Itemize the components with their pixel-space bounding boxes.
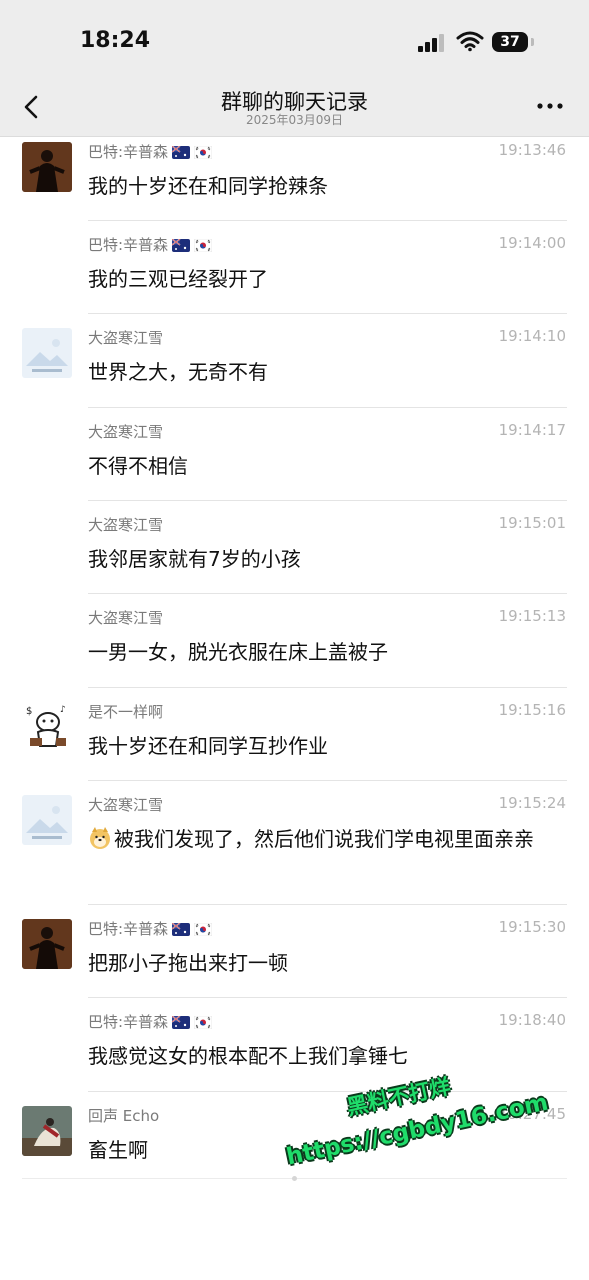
- message-text-content: 我邻居家就有7岁的小孩: [88, 547, 301, 571]
- status-bar: 18:24 37: [0, 0, 589, 80]
- message-text-content: 不得不相信: [88, 454, 188, 478]
- message-text: 我邻居家就有7岁的小孩: [88, 543, 558, 576]
- flag-korea-icon: [194, 923, 213, 936]
- sender-name-text: 大盗寒江雪: [88, 516, 164, 534]
- flag-korea-icon: [194, 146, 213, 159]
- message-text: 把那小子拖出来打一顿: [88, 947, 558, 980]
- message-row[interactable]: 回声 Echo 19:27:45 畜生啊: [0, 1092, 589, 1186]
- sender-avatar[interactable]: [22, 919, 72, 969]
- flag-australia-icon: [172, 923, 191, 936]
- svg-text:$: $: [26, 706, 32, 717]
- message-time: 19:18:40: [498, 1011, 566, 1029]
- sender-name-text: 大盗寒江雪: [88, 796, 164, 814]
- message-text: 我十岁还在和同学互抄作业: [88, 730, 558, 763]
- message-text-content: 把那小子拖出来打一顿: [88, 951, 288, 975]
- svg-text:♪: ♪: [60, 705, 66, 715]
- message-time: 19:14:00: [498, 234, 566, 252]
- sender-name: 是不一样啊: [88, 701, 163, 722]
- sender-name-text: 大盗寒江雪: [88, 423, 164, 441]
- signal-icon: [418, 34, 444, 52]
- message-text: 被我们发现了，然后他们说我们学电视里面亲亲: [88, 823, 558, 856]
- sender-avatar[interactable]: [22, 795, 72, 845]
- message-text: 畜生啊: [88, 1134, 558, 1167]
- message-time: 19:27:45: [498, 1105, 566, 1123]
- message-row[interactable]: 巴特:辛普森 19:15:30 把那小子拖出来打一顿: [0, 905, 589, 998]
- sender-avatar[interactable]: [22, 1106, 72, 1156]
- battery-icon: 37: [492, 32, 528, 52]
- message-row[interactable]: $ ♪ 是不一样啊 19:15:16 我十岁还在和同学互抄作业: [0, 688, 589, 781]
- message-text-content: 我感觉这女的根本配不上我们拿锤七: [88, 1044, 408, 1068]
- sender-name: 巴特:辛普森: [88, 234, 213, 255]
- battery-level: 37: [500, 34, 520, 50]
- message-row[interactable]: 大盗寒江雪 19:15:24 被我们发现了，然后他们说我们学电视里面亲亲: [0, 781, 589, 905]
- more-icon[interactable]: [535, 98, 565, 114]
- message-time: 19:13:46: [498, 141, 566, 159]
- sender-name-text: 大盗寒江雪: [88, 609, 164, 627]
- message-text: 一男一女，脱光衣服在床上盖被子: [88, 636, 558, 669]
- message-text: 不得不相信: [88, 450, 558, 483]
- message-row[interactable]: 大盗寒江雪 19:14:10 世界之大，无奇不有: [0, 314, 589, 408]
- flag-australia-icon: [172, 1016, 191, 1029]
- message-text: 我的三观已经裂开了: [88, 263, 558, 296]
- message-text: 我感觉这女的根本配不上我们拿锤七: [88, 1040, 558, 1073]
- message-row[interactable]: 巴特:辛普森 19:14:00 我的三观已经裂开了: [0, 221, 589, 314]
- battery-tip: [531, 38, 534, 46]
- sender-name: 巴特:辛普森: [88, 1011, 213, 1032]
- message-time: 19:15:30: [498, 918, 566, 936]
- message-time: 19:15:16: [498, 701, 566, 719]
- sender-name-text: 巴特:辛普森: [88, 1013, 169, 1031]
- message-text-content: 我的十岁还在和同学抢辣条: [88, 174, 328, 198]
- message-text-content: 我十岁还在和同学互抄作业: [88, 734, 328, 758]
- page-date: 2025年03月09日: [245, 113, 344, 127]
- sender-name: 巴特:辛普森: [88, 918, 213, 939]
- sender-name-text: 大盗寒江雪: [88, 329, 164, 347]
- message-row[interactable]: 大盗寒江雪 19:14:17 不得不相信: [0, 408, 589, 501]
- flag-australia-icon: [172, 146, 191, 159]
- message-text-content: 世界之大，无奇不有: [88, 360, 268, 384]
- sender-name: 大盗寒江雪: [88, 607, 163, 628]
- sender-name: 巴特:辛普森: [88, 141, 213, 162]
- message-row[interactable]: 大盗寒江雪 19:15:13 一男一女，脱光衣服在床上盖被子: [0, 594, 589, 688]
- message-text-content: 我的三观已经裂开了: [88, 267, 268, 291]
- sender-name-text: 巴特:辛普森: [88, 143, 169, 161]
- message-text: 世界之大，无奇不有: [88, 356, 558, 389]
- message-time: 19:15:13: [498, 607, 566, 625]
- message-text-content: 畜生啊: [88, 1138, 148, 1162]
- message-row[interactable]: 巴特:辛普森 19:18:40 我感觉这女的根本配不上我们拿锤七: [0, 998, 589, 1092]
- sender-name-text: 巴特:辛普森: [88, 920, 169, 938]
- sender-name: 大盗寒江雪: [88, 327, 163, 348]
- sender-name: 大盗寒江雪: [88, 421, 163, 442]
- doge-emoji: [90, 827, 110, 849]
- flag-korea-icon: [194, 239, 213, 252]
- sender-avatar[interactable]: $ ♪: [22, 702, 72, 752]
- sender-name-text: 巴特:辛普森: [88, 236, 169, 254]
- message-time: 19:15:24: [498, 794, 566, 812]
- message-text: 我的十岁还在和同学抢辣条: [88, 170, 558, 203]
- message-time: 19:14:17: [498, 421, 566, 439]
- message-text-content: 一男一女，脱光衣服在床上盖被子: [88, 640, 388, 664]
- flag-korea-icon: [194, 1016, 213, 1029]
- list-end-dot: [292, 1176, 297, 1181]
- sender-name-text: 是不一样啊: [88, 703, 164, 721]
- sender-name: 大盗寒江雪: [88, 514, 163, 535]
- message-text-content: 被我们发现了，然后他们说我们学电视里面亲亲: [114, 827, 534, 851]
- flag-australia-icon: [172, 239, 191, 252]
- sender-avatar[interactable]: [22, 328, 72, 378]
- message-time: 19:14:10: [498, 327, 566, 345]
- sender-avatar[interactable]: [22, 142, 72, 192]
- nav-bar: 群聊的聊天记录 2025年03月09日: [0, 80, 589, 137]
- message-time: 19:15:01: [498, 514, 566, 532]
- sender-name: 大盗寒江雪: [88, 794, 163, 815]
- message-row[interactable]: 巴特:辛普森 19:13:46 我的十岁还在和同学抢辣条: [0, 128, 589, 221]
- wifi-icon: [456, 31, 484, 52]
- message-row[interactable]: 大盗寒江雪 19:15:01 我邻居家就有7岁的小孩: [0, 501, 589, 594]
- sender-name-text: 回声 Echo: [88, 1107, 160, 1125]
- status-time: 18:24: [80, 28, 151, 53]
- sender-name: 回声 Echo: [88, 1105, 159, 1126]
